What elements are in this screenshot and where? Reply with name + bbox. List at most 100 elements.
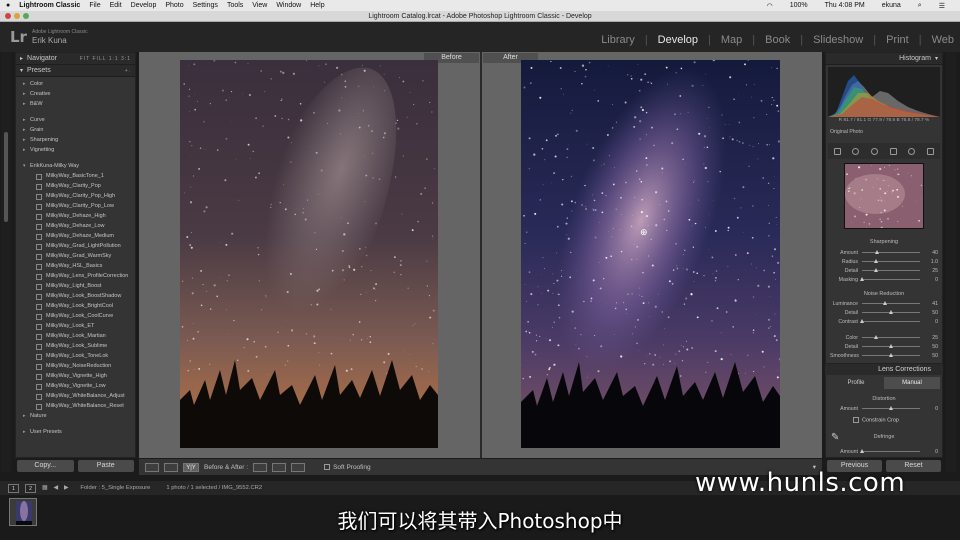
slider-track[interactable] [859, 277, 920, 281]
constrain-crop-toggle[interactable]: Constrain Crop [853, 417, 899, 423]
module-slideshow[interactable]: Slideshow [813, 34, 863, 46]
slider-value[interactable]: 25 [920, 335, 938, 341]
preset-item[interactable]: MilkyWay_Look_Martian [16, 331, 135, 341]
close-window-button[interactable] [5, 13, 11, 19]
preset-item[interactable]: MilkyWay_Vignette_Low [16, 381, 135, 391]
preset-item[interactable]: MilkyWay_Grad_LightPollution [16, 241, 135, 251]
crop-tool-icon[interactable] [833, 147, 841, 155]
menu-app[interactable]: Lightroom Classic [19, 2, 80, 9]
minimize-window-button[interactable] [14, 13, 20, 19]
slider-track[interactable] [862, 250, 920, 254]
preset-item[interactable]: MilkyWay_Look_ToneLok [16, 351, 135, 361]
slider-knob[interactable] [875, 250, 880, 254]
preset-item[interactable]: MilkyWay_WhiteBalance_Adjust [16, 391, 135, 401]
preset-folder-vignetting[interactable]: Vignetting [16, 145, 135, 155]
detail-preview[interactable] [844, 163, 924, 229]
preset-item[interactable]: MilkyWay_NoiseReduction [16, 361, 135, 371]
menu-tools[interactable]: Tools [227, 2, 243, 9]
slider-knob[interactable] [859, 449, 864, 453]
add-preset-button[interactable]: +. [125, 68, 131, 74]
preset-folder-color[interactable]: Color [16, 79, 135, 89]
preset-folder-sharpening[interactable]: Sharpening [16, 135, 135, 145]
copy-settings-button[interactable]: Copy... [17, 460, 74, 472]
preset-item[interactable]: MilkyWay_Dehaze_Medium [16, 231, 135, 241]
slider-track[interactable] [862, 268, 920, 272]
wifi-icon[interactable]: ◠ [767, 2, 773, 10]
slider-knob[interactable] [888, 310, 893, 314]
preset-item[interactable]: MilkyWay_Clarity_Pop_Low [16, 201, 135, 211]
graduated-filter-icon[interactable] [889, 147, 897, 155]
tab-profile[interactable]: Profile [828, 377, 884, 389]
slider-track[interactable] [859, 319, 920, 323]
preset-folder-creative[interactable]: Creative [16, 89, 135, 99]
spot-removal-tool-icon[interactable] [852, 147, 860, 155]
slider-knob[interactable] [888, 406, 893, 410]
preset-item[interactable]: MilkyWay_Clarity_Pop_High [16, 191, 135, 201]
menu-file[interactable]: File [89, 2, 100, 9]
copy-after-to-before-icon[interactable] [272, 462, 287, 472]
slider-track[interactable] [862, 259, 920, 263]
adjustment-brush-icon[interactable] [927, 147, 935, 155]
soft-proofing-toggle[interactable]: Soft Proofing [324, 464, 371, 471]
slider-value[interactable]: 25 [920, 268, 938, 274]
module-library[interactable]: Library [601, 34, 635, 46]
preset-folder-curve[interactable]: Curve [16, 115, 135, 125]
slider-track[interactable] [862, 344, 920, 348]
slider-track[interactable] [862, 335, 920, 339]
presets-header[interactable]: ▾ Presets +. [16, 65, 135, 77]
slider-value[interactable]: 50 [920, 353, 938, 359]
slider-value[interactable]: 0 [920, 277, 938, 283]
menu-window[interactable]: Window [276, 2, 301, 9]
slider-track[interactable] [862, 406, 920, 410]
preset-folder-bw[interactable]: B&W [16, 99, 135, 109]
slider-knob[interactable] [859, 277, 864, 281]
slider-knob[interactable] [888, 344, 893, 348]
module-book[interactable]: Book [765, 34, 790, 46]
filmstrip-source-path[interactable]: Folder : 5_Single Exposure [80, 485, 150, 491]
paste-settings-button[interactable]: Paste [77, 460, 134, 472]
slider-track[interactable] [862, 301, 920, 305]
slider-value[interactable]: 0 [920, 449, 938, 455]
before-photo[interactable] [180, 60, 438, 448]
slider-knob[interactable] [859, 319, 864, 323]
histogram-header[interactable]: Histogram ▾ [826, 53, 942, 65]
preset-item[interactable]: MilkyWay_Look_BoostShadow [16, 291, 135, 301]
slider-track[interactable] [862, 310, 920, 314]
copy-before-to-after-icon[interactable] [253, 462, 268, 472]
slider-knob[interactable] [874, 259, 878, 263]
slider-value[interactable]: 50 [920, 310, 938, 316]
preset-folder-milky-way[interactable]: ErikKuna-Milky Way [16, 161, 135, 171]
module-map[interactable]: Map [721, 34, 742, 46]
module-web[interactable]: Web [932, 34, 954, 46]
red-eye-tool-icon[interactable] [871, 147, 879, 155]
soft-proofing-checkbox[interactable] [324, 463, 331, 470]
preset-item[interactable]: MilkyWay_Light_Boost [16, 281, 135, 291]
preset-item[interactable]: MilkyWay_Lens_ProfileCorrection [16, 271, 135, 281]
after-photo[interactable] [521, 60, 780, 448]
navigator-zoom-options[interactable]: FIT FILL 1:1 3:1 [80, 56, 131, 62]
spotlight-icon[interactable]: ⌕ [918, 2, 922, 10]
tab-manual[interactable]: Manual [884, 377, 940, 389]
preset-item[interactable]: MilkyWay_Grad_WarmSky [16, 251, 135, 261]
grid-icon[interactable]: ▦ [42, 485, 47, 491]
preset-item[interactable]: MilkyWay_Look_ET [16, 321, 135, 331]
slider-value[interactable]: 0 [920, 406, 938, 412]
radial-filter-icon[interactable] [908, 147, 916, 155]
preset-item[interactable]: MilkyWay_Look_Sublime [16, 341, 135, 351]
apple-icon[interactable]: ● [6, 2, 10, 9]
constrain-crop-checkbox[interactable] [853, 417, 859, 423]
menu-photo[interactable]: Photo [165, 2, 183, 9]
preset-item[interactable]: MilkyWay_Dehaze_High [16, 211, 135, 221]
menu-edit[interactable]: Edit [110, 2, 122, 9]
secondary-window-button[interactable]: 2 [25, 483, 36, 493]
preset-item[interactable]: MilkyWay_BasicTone_1 [16, 171, 135, 181]
preset-item[interactable]: MilkyWay_Look_BrightCool [16, 301, 135, 311]
module-print[interactable]: Print [886, 34, 909, 46]
histogram[interactable] [828, 67, 940, 117]
preset-folder-nature[interactable]: Nature [16, 411, 135, 421]
back-arrow-icon[interactable]: ◀ [53, 485, 57, 491]
preset-folder-user-presets[interactable]: User Presets [16, 427, 135, 437]
user-name[interactable]: ekuna [882, 2, 901, 9]
loupe-view-icon[interactable] [145, 462, 159, 472]
slider-value[interactable]: 41 [920, 301, 938, 307]
